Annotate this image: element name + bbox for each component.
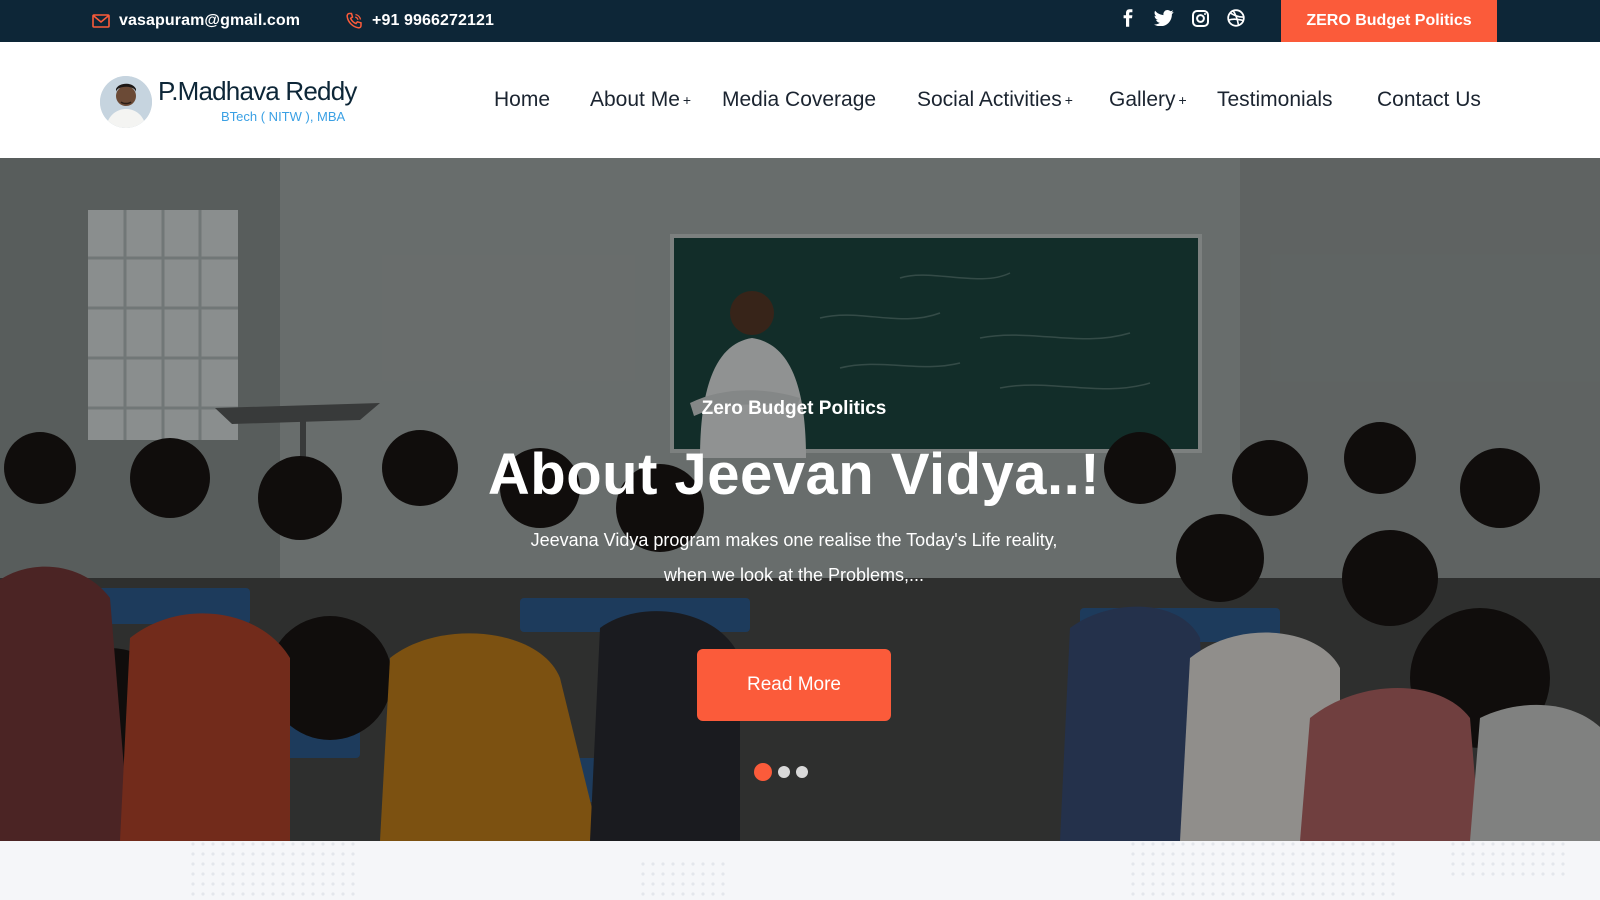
submenu-plus-icon: + [682, 92, 692, 108]
email-contact[interactable]: vasapuram@gmail.com [92, 0, 300, 42]
mail-icon [92, 14, 110, 28]
zero-budget-politics-button[interactable]: ZERO Budget Politics [1281, 0, 1497, 42]
next-section-background [0, 841, 1600, 900]
twitter-icon[interactable] [1146, 3, 1182, 33]
submenu-plus-icon: + [1064, 92, 1073, 108]
hero-title: About Jeevan Vidya..! [487, 442, 1101, 507]
nav-item-media-coverage[interactable]: Media Coverage [722, 42, 876, 158]
phone-contact[interactable]: +91 9966272121 [345, 0, 494, 42]
dot-pattern-decoration [190, 841, 1570, 900]
nav-item-testimonials[interactable]: Testimonials [1217, 42, 1333, 158]
slider-pagination [754, 763, 808, 781]
social-links [1110, 0, 1254, 36]
nav-item-contact-us[interactable]: Contact Us [1377, 42, 1481, 158]
facebook-icon[interactable] [1110, 3, 1146, 33]
hero-description: Jeevana Vidya program makes one realise … [530, 530, 1058, 585]
email-text: vasapuram@gmail.com [119, 12, 301, 29]
nav-item-label: Testimonials [1217, 88, 1333, 111]
slider-dot-1[interactable] [754, 763, 772, 781]
nav-item-label: Gallery [1109, 88, 1176, 111]
site-header: P.Madhava Reddy BTech ( NITW ), MBA Home… [0, 42, 1600, 158]
nav-item-gallery[interactable]: Gallery + [1109, 42, 1187, 158]
slider-dot-3[interactable] [796, 766, 808, 778]
instagram-icon[interactable] [1182, 3, 1218, 33]
submenu-plus-icon: + [1178, 92, 1187, 108]
dribbble-icon[interactable] [1218, 3, 1254, 33]
slider-dot-2[interactable] [778, 766, 790, 778]
nav-item-label: About Me [590, 88, 680, 111]
phone-icon [346, 12, 362, 29]
nav-item-label: Media Coverage [722, 88, 877, 111]
nav-item-label: Social Activities [917, 88, 1062, 111]
phone-text: +91 9966272121 [372, 12, 494, 29]
read-more-button[interactable]: Read More [697, 649, 891, 721]
main-navigation: Home About Me + Media Coverage Social Ac… [0, 42, 1600, 158]
nav-item-label: Home [494, 88, 551, 111]
nav-item-about-me[interactable]: About Me + [590, 42, 691, 158]
nav-item-social-activities[interactable]: Social Activities + [917, 42, 1073, 158]
hero-slider: Zero Budget Politics About Jeevan Vidya.… [0, 158, 1600, 841]
top-bar: vasapuram@gmail.com +91 9966272121 ZERO … [0, 0, 1600, 42]
nav-item-label: Contact Us [1377, 88, 1481, 111]
hero-tagline: Zero Budget Politics [701, 398, 887, 419]
nav-item-home[interactable]: Home [494, 42, 550, 158]
